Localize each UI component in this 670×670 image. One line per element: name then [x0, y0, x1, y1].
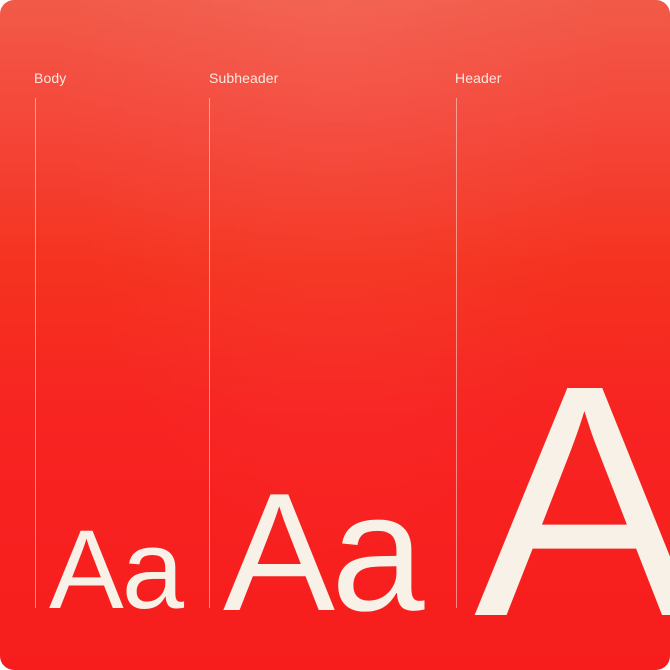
type-sample-body: Aa — [49, 507, 184, 632]
type-sample-subheader: Aa — [223, 458, 424, 646]
column-label-body: Body — [34, 70, 67, 86]
typography-scale-card: Body Subheader Header Aa Aa A — [0, 0, 670, 670]
column-label-header: Header — [455, 70, 502, 86]
column-divider-header — [456, 98, 457, 608]
type-sample-header: A — [474, 316, 670, 670]
column-label-subheader: Subheader — [209, 70, 279, 86]
column-divider-body — [35, 98, 36, 608]
column-divider-subheader — [209, 98, 210, 608]
